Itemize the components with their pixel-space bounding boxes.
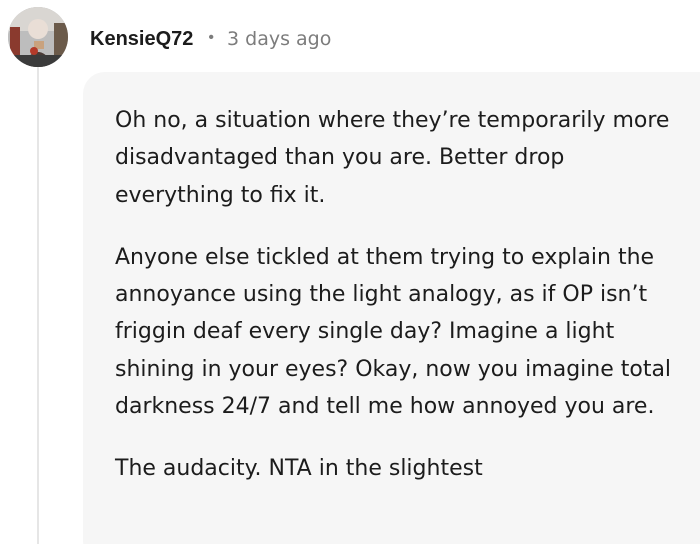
comment-body: Oh no, a situation where they’re tempora… (115, 102, 685, 488)
separator-dot: • (208, 29, 214, 46)
comment-paragraph: Anyone else tickled at them trying to ex… (115, 244, 672, 420)
avatar[interactable] (8, 7, 68, 67)
timestamp[interactable]: 3 days ago (227, 28, 331, 50)
comment-paragraph: Oh no, a situation where they’re tempora… (115, 108, 670, 208)
username-link[interactable]: KensieQ72 (90, 28, 193, 51)
comment-paragraph: The audacity. NTA in the slightest (115, 456, 483, 482)
comment-header: KensieQ72 • 3 days ago (90, 24, 331, 54)
thread-line[interactable] (37, 66, 39, 544)
avatar-photo-icon (8, 7, 68, 67)
comment-container: KensieQ72 • 3 days ago Oh no, a situatio… (0, 0, 700, 544)
